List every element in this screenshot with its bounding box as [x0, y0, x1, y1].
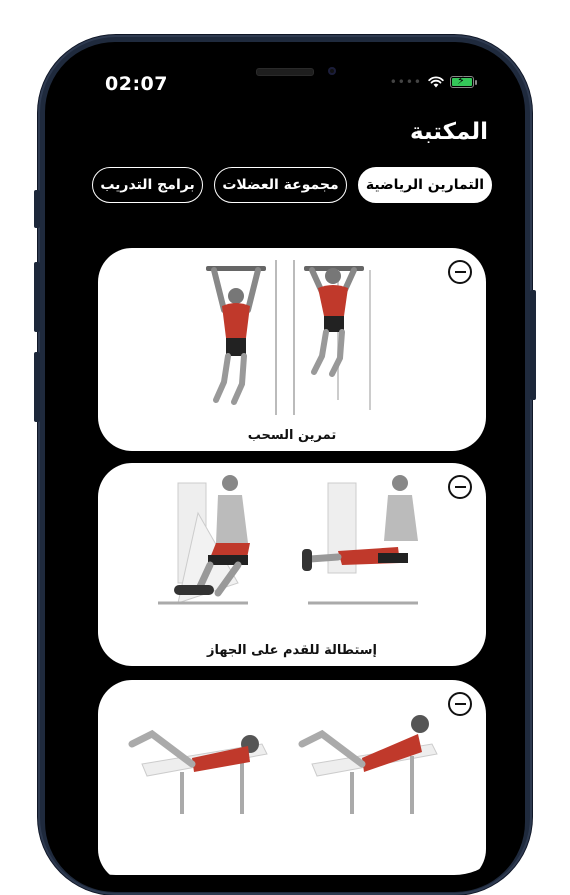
- power-button: [530, 290, 536, 400]
- leg-extension-illustration: [158, 475, 418, 605]
- status-icons: •••• ⚡: [389, 74, 477, 89]
- tab-bar: التمارين الرياضية مجموعة العضلات برامج ا…: [91, 167, 492, 205]
- tab-training-programs[interactable]: برامج التدريب: [92, 167, 203, 203]
- wifi-icon: [428, 76, 444, 88]
- pull-up-illustration: [206, 260, 371, 415]
- status-time: 02:07: [105, 73, 168, 95]
- silent-switch: [34, 190, 40, 228]
- remove-exercise-button[interactable]: [448, 260, 472, 284]
- exercise-label: تمرين السحب: [247, 428, 337, 443]
- tab-exercises[interactable]: التمارين الرياضية: [358, 167, 492, 203]
- exercise-card-leg-extension[interactable]: إستطالة للقدم على الجهاز: [98, 463, 486, 666]
- signal-icon: ••••: [389, 75, 422, 89]
- remove-exercise-button[interactable]: [448, 475, 472, 499]
- notch: [166, 55, 402, 92]
- exercise-card-pull-up[interactable]: تمرين السحب: [98, 248, 486, 451]
- front-camera: [328, 67, 336, 75]
- exercise-label: إستطالة للقدم على الجهاز: [206, 643, 377, 658]
- remove-exercise-button[interactable]: [448, 692, 472, 716]
- screen: 02:07 •••• ⚡ المكتبة التمارين الرياضية م…: [58, 55, 512, 875]
- volume-up-button: [34, 262, 40, 332]
- crunch-illustration: [128, 715, 438, 814]
- exercise-card-crunch[interactable]: [98, 680, 486, 875]
- page-title: المكتبة: [409, 119, 488, 145]
- battery-icon: ⚡: [450, 74, 477, 88]
- tab-muscle-groups[interactable]: مجموعة العضلات: [214, 167, 347, 203]
- speaker-grille: [256, 68, 314, 76]
- volume-down-button: [34, 352, 40, 422]
